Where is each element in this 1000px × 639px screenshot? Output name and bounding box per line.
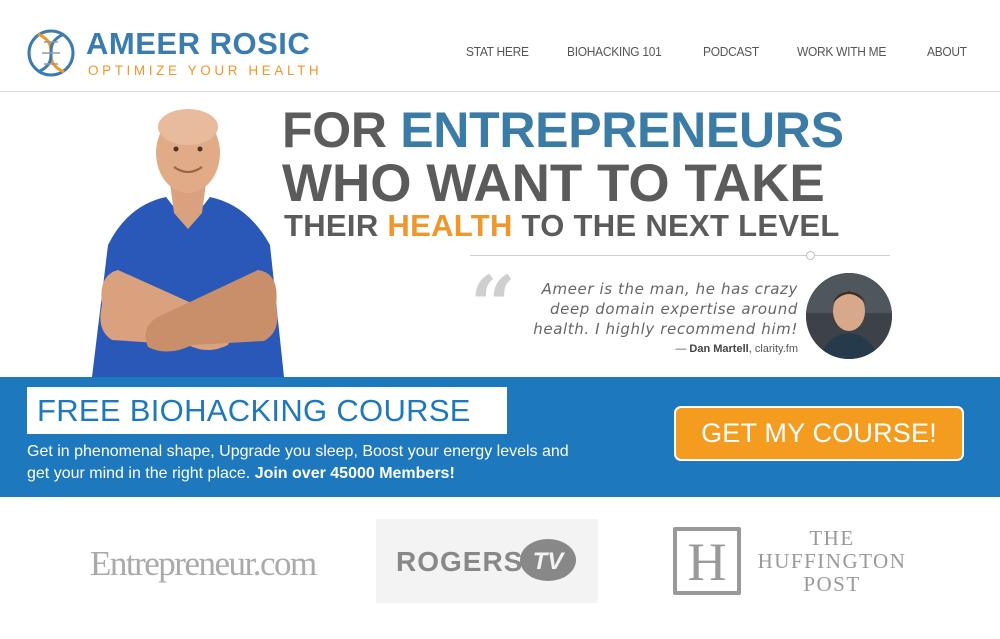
- tv-badge-icon: TV: [520, 539, 576, 581]
- testimonial-text: Ameer is the man, he has crazy deep doma…: [533, 280, 798, 338]
- entrepreneur-logo-suffix: .com: [252, 544, 318, 583]
- hero-section: FOR ENTREPRENEURS WHO WANT TO TAKE THEIR…: [0, 93, 1000, 377]
- huff-line-the: THE: [809, 526, 855, 550]
- testimonial-avatar: [806, 273, 892, 359]
- entrepreneur-logo: Entrepreneur.com: [90, 544, 318, 584]
- nav-item-work-with-me[interactable]: WORK WITH ME: [797, 44, 886, 59]
- attribution-dash: —: [675, 343, 690, 355]
- nav-item-biohacking-101[interactable]: BIOHACKING 101: [567, 44, 662, 59]
- headline-line-3: THEIR HEALTH TO THE NEXT LEVEL: [284, 210, 840, 241]
- attribution-site: , clarity.fm: [748, 343, 798, 355]
- headline-next-level: TO THE NEXT LEVEL: [512, 208, 840, 243]
- headline-line-2: WHO WANT TO TAKE: [282, 154, 825, 213]
- tv-badge-text: TV: [533, 548, 566, 575]
- attribution-name: Dan Martell: [689, 343, 749, 355]
- dna-logo-icon[interactable]: [24, 26, 78, 80]
- headline-entrepreneurs: ENTREPRENEURS: [400, 102, 844, 158]
- entrepreneur-logo-name: Entrepreneur: [90, 544, 254, 583]
- site-header: AMEER ROSIC OPTIMIZE YOUR HEALTH STAT HE…: [0, 0, 1000, 92]
- brand-name[interactable]: AMEER ROSIC: [86, 26, 310, 62]
- quote-mark-icon: “: [470, 258, 517, 352]
- rogers-logo-text: ROGERS: [396, 546, 524, 577]
- headline-for: FOR: [282, 102, 401, 158]
- press-logos: Entrepreneur.com ROGERS TV H THE HUFFING…: [0, 497, 1000, 639]
- course-signup-band: FREE BIOHACKING COURSE Get in phenomenal…: [0, 377, 1000, 497]
- nav-item-about[interactable]: ABOUT: [927, 44, 967, 59]
- huff-h-letter: H: [687, 532, 727, 592]
- nav-item-podcast[interactable]: PODCAST: [703, 44, 759, 59]
- course-members: Join over 45000 Members!: [254, 465, 455, 482]
- huff-line-huffington: HUFFINGTON: [757, 549, 907, 573]
- testimonial-divider: [470, 255, 890, 256]
- divider-dot: [806, 251, 815, 260]
- nav-item-stat-here[interactable]: STAT HERE: [466, 44, 529, 59]
- headline-their: THEIR: [284, 208, 388, 243]
- testimonial-attribution: — Dan Martell, clarity.fm: [560, 343, 798, 355]
- headline-health: HEALTH: [387, 208, 513, 243]
- course-title-box: FREE BIOHACKING COURSE: [27, 387, 507, 434]
- course-title: FREE BIOHACKING COURSE: [37, 393, 471, 428]
- hero-person-image: [92, 109, 284, 377]
- main-nav: STAT HERE BIOHACKING 101 PODCAST WORK WI…: [433, 44, 970, 59]
- headline-line-1: FOR ENTREPRENEURS: [282, 105, 844, 155]
- huff-line-post: POST: [803, 572, 861, 596]
- get-my-course-button[interactable]: GET MY COURSE!: [674, 406, 964, 461]
- huffington-h-icon: H: [673, 527, 741, 595]
- brand-tagline: OPTIMIZE YOUR HEALTH: [88, 63, 323, 78]
- huffington-post-logo: THE HUFFINGTON POST: [752, 527, 912, 596]
- rogers-tv-logo: ROGERS TV: [376, 519, 598, 603]
- course-description: Get in phenomenal shape, Upgrade you sle…: [27, 441, 587, 485]
